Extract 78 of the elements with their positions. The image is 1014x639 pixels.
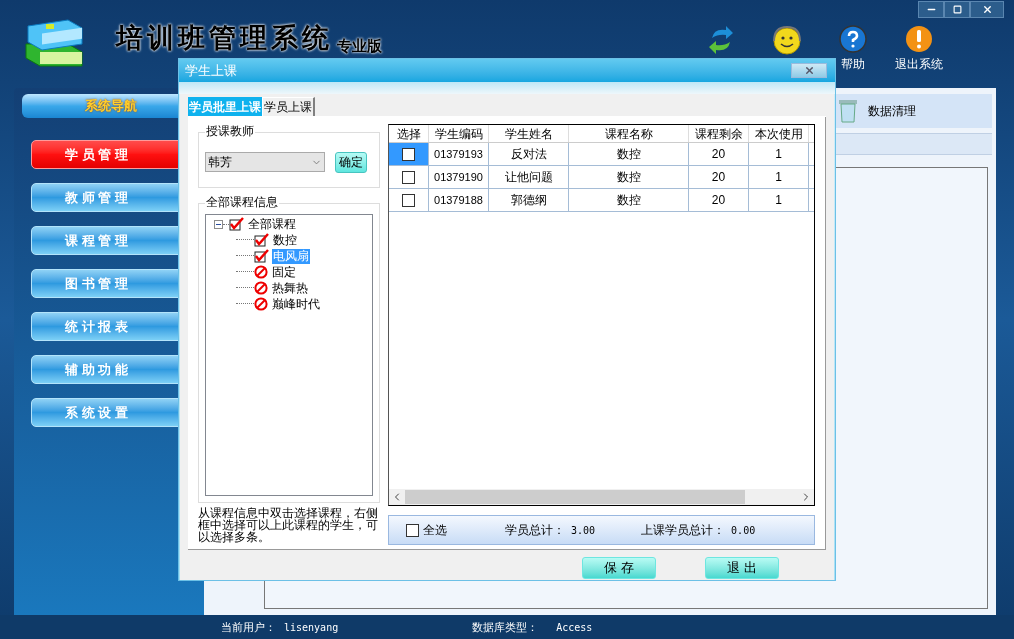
total-label: 学员总计： <box>505 522 565 539</box>
status-value: lisenyang <box>284 620 339 635</box>
close-icon <box>803 65 815 77</box>
row-checkbox[interactable] <box>402 147 415 161</box>
dialog-button[interactable]: 退 出 <box>705 557 779 579</box>
table-cell: 让他问题 <box>489 166 569 188</box>
edition-label: 专业版 <box>337 36 382 56</box>
checked-box-icon[interactable] <box>229 217 244 231</box>
table-row[interactable]: 01379188 郭德纲 数控 20 1 <box>389 189 814 212</box>
prohibited-icon[interactable] <box>254 297 268 311</box>
select-all-checkbox[interactable] <box>406 523 419 537</box>
status-value: Access <box>556 620 593 635</box>
row-checkbox[interactable] <box>402 170 415 184</box>
tree-item[interactable]: 固定 <box>271 264 297 280</box>
collapse-toggle-icon[interactable] <box>214 219 223 229</box>
table-cell: 郭德纲 <box>489 189 569 211</box>
toolbar-label[interactable]: 帮助 <box>841 55 865 73</box>
column-header[interactable]: 选择 <box>389 125 429 142</box>
total-value: 3.00 <box>571 523 596 538</box>
app-title: 培训班管理系统 <box>116 21 333 55</box>
row-checkbox[interactable] <box>402 193 415 207</box>
close-icon <box>981 4 993 15</box>
help-icon <box>839 25 867 53</box>
scrollbar-thumb[interactable] <box>405 490 745 504</box>
table-cell: 20 <box>689 166 749 188</box>
horizontal-scrollbar[interactable] <box>389 489 814 505</box>
column-header[interactable]: 学生姓名 <box>489 125 569 142</box>
dialog-button[interactable]: 保 存 <box>582 557 656 579</box>
close-button[interactable] <box>970 1 1004 18</box>
table-cell: 01379190 <box>429 166 489 188</box>
hint-text: 从课程信息中双击选择课程，右侧框中选择可以上此课程的学生，可以选择多条。 <box>198 507 379 543</box>
table-row[interactable]: 01379193 反对法 数控 20 1 <box>389 143 814 166</box>
tree-item[interactable]: 数控 <box>272 232 298 248</box>
total-value: 0.00 <box>731 523 756 538</box>
close-button[interactable] <box>791 63 827 79</box>
cleanup-label[interactable]: 数据清理 <box>868 102 916 120</box>
tab[interactable]: 学员上课 <box>262 97 315 116</box>
table-cell: 1 <box>749 166 809 188</box>
column-header[interactable]: 课程名称 <box>569 125 689 142</box>
table-cell: 01379188 <box>429 189 489 211</box>
headset-smiley-icon <box>771 25 803 57</box>
checked-box-icon[interactable] <box>254 249 269 263</box>
table-cell: 数控 <box>569 143 689 165</box>
nav-title: 系统导航 <box>85 97 137 116</box>
group-legend: 全部课程信息 <box>205 195 279 209</box>
column-header[interactable]: 学生编码 <box>429 125 489 142</box>
table-cell: 数控 <box>569 189 689 211</box>
table-cell: 反对法 <box>489 143 569 165</box>
tree-item[interactable]: 巅峰时代 <box>271 296 321 312</box>
group-legend: 授课教师 <box>205 124 255 138</box>
status-label: 数据库类型： <box>472 619 539 635</box>
maximize-button[interactable] <box>944 1 970 18</box>
tree-item[interactable]: 全部课程 <box>247 216 297 232</box>
column-header[interactable]: 课程剩余 <box>689 125 749 142</box>
table-cell: 20 <box>689 143 749 165</box>
table-row[interactable]: 01379190 让他问题 数控 20 1 <box>389 166 814 189</box>
tree-item[interactable]: 热舞热 <box>271 280 309 296</box>
books-logo-icon <box>24 18 86 70</box>
total-label: 上课学员总计： <box>641 522 726 539</box>
table-cell: 数控 <box>569 166 689 188</box>
checked-box-icon[interactable] <box>254 233 269 247</box>
select-all-label[interactable]: 全选 <box>423 521 447 539</box>
prohibited-icon[interactable] <box>254 281 268 295</box>
sync-arrows-icon <box>708 25 734 55</box>
column-header[interactable]: 本次使用 <box>749 125 809 142</box>
confirm-button[interactable]: 确定 <box>335 151 367 173</box>
maximize-icon <box>952 5 962 14</box>
table-cell: 20 <box>689 189 749 211</box>
status-label: 当前用户： <box>221 619 276 635</box>
table-cell: 1 <box>749 189 809 211</box>
teacher-select[interactable]: 韩芳 <box>205 152 325 172</box>
prohibited-icon[interactable] <box>254 265 268 279</box>
trash-bin-icon <box>838 99 858 123</box>
exclamation-icon <box>905 25 933 53</box>
table-cell: 1 <box>749 143 809 165</box>
toolbar-label[interactable]: 退出系统 <box>895 55 943 73</box>
dialog-title: 学生上课 <box>185 61 237 80</box>
table-cell: 01379193 <box>429 143 489 165</box>
